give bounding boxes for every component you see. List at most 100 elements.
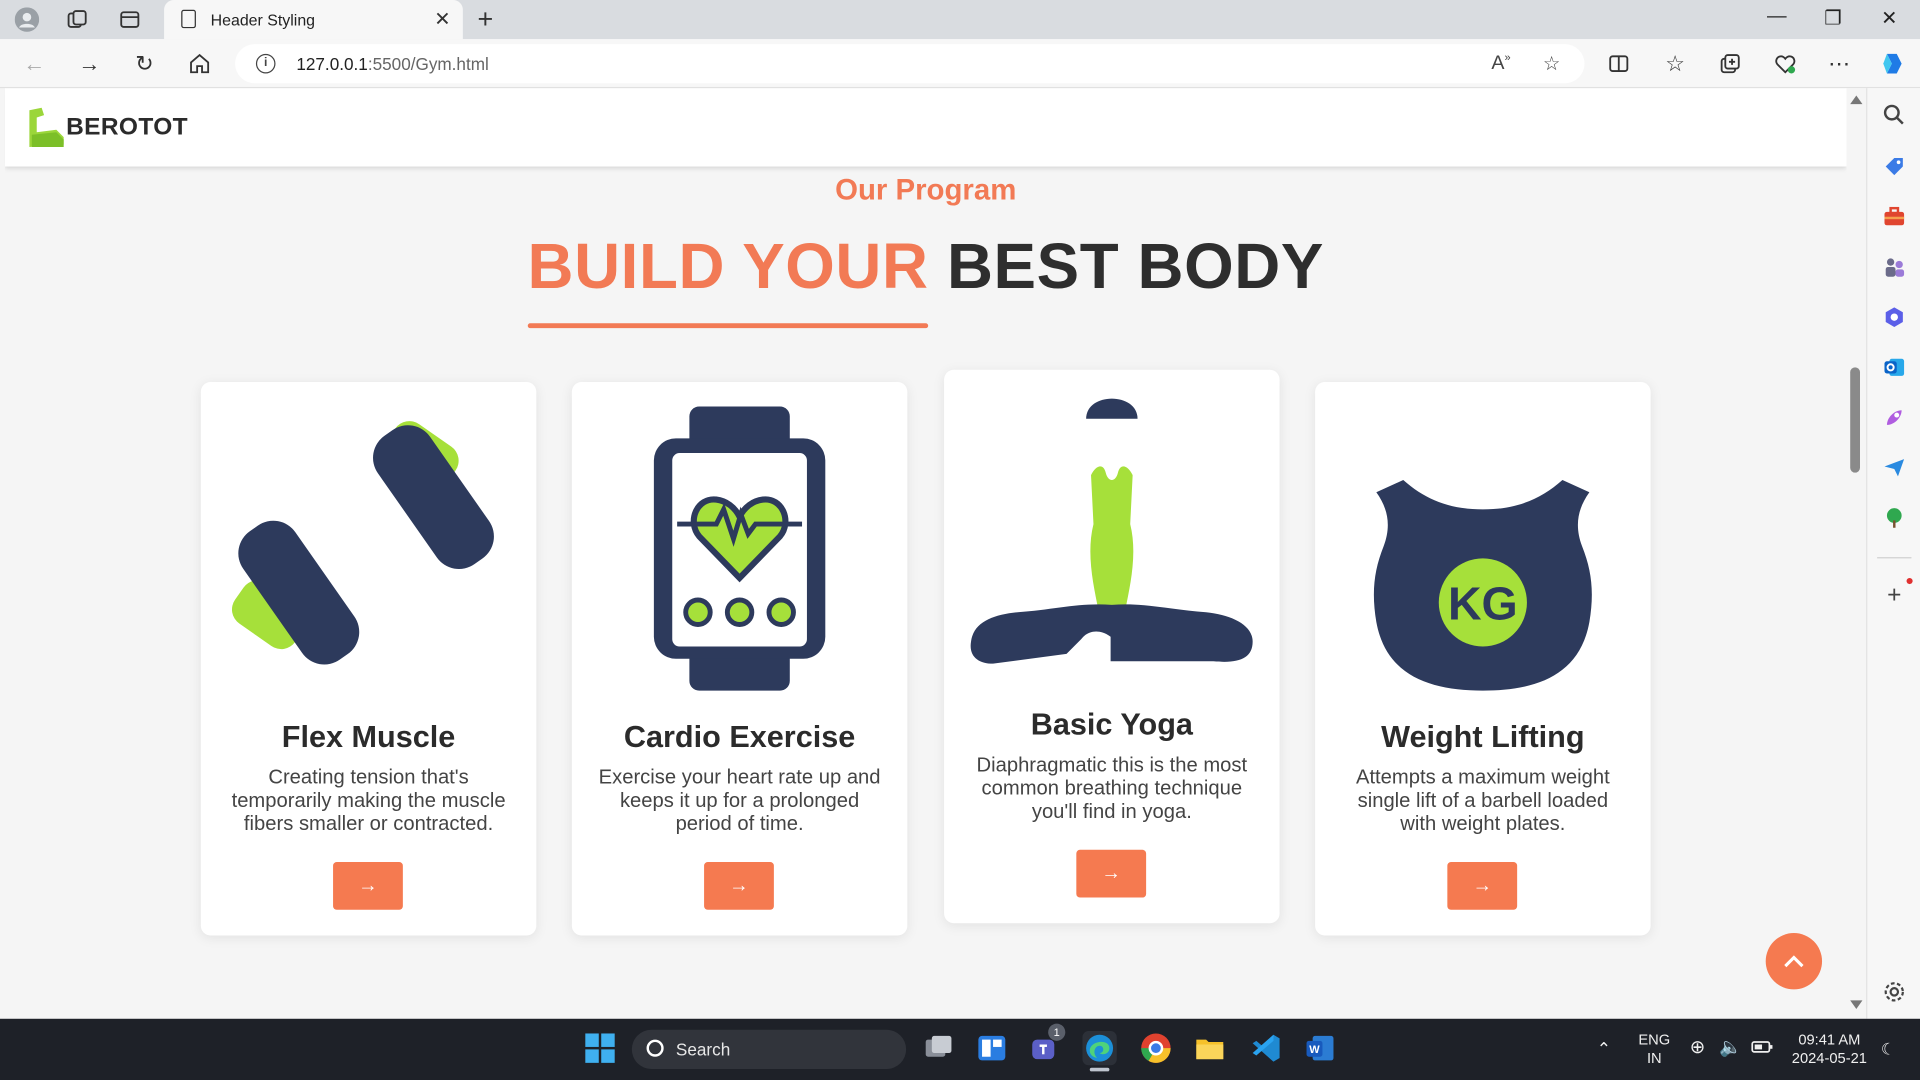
flexed-arm-logo-icon [24,105,66,149]
collections-icon[interactable] [1716,49,1745,78]
program-card-cardio-exercise: Cardio Exercise Exercise your heart rate… [571,382,908,936]
notifications-moon-icon[interactable]: ☾ [1881,1040,1895,1058]
card-arrow-button[interactable]: → [1447,862,1518,910]
search-icon [646,1039,664,1057]
sidebar-games-icon[interactable] [1882,255,1906,279]
program-card-weight-lifting: KG Weight Lifting Attempts a maximum wei… [1315,382,1651,936]
card-description: Exercise your heart rate up and keeps it… [598,766,881,836]
svg-text:W: W [1309,1044,1320,1056]
teams-icon[interactable]: 1 [1029,1023,1066,1065]
scrollbar-thumb[interactable] [1850,367,1860,473]
section-title: BUILD YOUR BEST BODY [5,230,1847,329]
card-title: Flex Muscle [281,720,456,755]
task-view-icon[interactable] [921,1031,955,1065]
sidebar-copilot-apps-icon[interactable] [1882,305,1906,329]
active-tab[interactable]: Header Styling ✕ [164,0,463,40]
kettlebell-label: KG [1448,578,1518,630]
site-info-icon[interactable]: i [255,53,276,74]
address-bar[interactable]: i 127.0.0.1:5500/Gym.html A» ☆ [235,44,1585,84]
sidebar-tree-icon[interactable] [1882,506,1906,530]
language-indicator[interactable]: ENG IN [1633,1031,1675,1068]
card-description: Creating tension that's temporarily maki… [231,766,506,836]
restore-icon[interactable]: ❐ [1815,6,1852,30]
arrow-right-icon: → [729,874,749,896]
workspaces-icon[interactable] [64,6,91,33]
browser-tab-strip: Header Styling ✕ + — ❐ ✕ [0,0,1920,40]
sidebar-send-icon[interactable] [1882,456,1906,480]
page-scrollbar[interactable] [1846,88,1867,1019]
card-description: Attempts a maximum weight single lift of… [1355,766,1610,836]
sidebar-tools-icon[interactable] [1882,204,1906,228]
arrow-right-icon: → [1472,874,1493,896]
arrow-right-icon: → [358,874,378,896]
title-rest: BEST BODY [946,231,1324,303]
card-description: Diaphragmatic this is the most common br… [976,754,1248,823]
site-header: BEROTOT [4,88,1847,167]
scroll-down-arrow-icon[interactable] [1850,1000,1863,1009]
scroll-up-arrow-icon[interactable] [1850,95,1863,105]
program-card-flex-muscle: Flex Muscle Creating tension that's temp… [200,382,537,936]
active-indicator [1089,1067,1110,1072]
url-text: 127.0.0.1:5500/Gym.html [296,53,489,74]
card-arrow-button[interactable]: → [1076,849,1147,898]
sidebar-designer-icon[interactable] [1882,405,1906,429]
edge-taskbar-icon[interactable] [1082,1031,1117,1072]
favorite-star-icon[interactable]: ☆ [1543,51,1561,75]
sidebar-outlook-icon[interactable] [1882,355,1906,379]
more-menu-icon[interactable]: ⋯ [1824,49,1853,78]
sidebar-shopping-icon[interactable] [1882,154,1906,178]
profile-icon[interactable] [13,6,40,33]
minimize-icon[interactable]: — [1758,6,1795,28]
new-tab-icon[interactable]: + [478,4,494,36]
program-card-basic-yoga: Basic Yoga Diaphragmatic this is the mos… [944,369,1280,924]
sidebar-search-icon[interactable] [1882,103,1906,127]
copilot-icon[interactable] [1878,49,1907,78]
windows-taskbar: Search 1 W ⌃ ENG IN ⊕ 🔈 09:41 AM 2024-05… [0,1018,1920,1080]
card-title: Basic Yoga [1030,707,1193,743]
clock[interactable]: 09:41 AM 2024-05-21 [1783,1031,1876,1068]
chrome-icon[interactable] [1139,1031,1173,1065]
widgets-icon[interactable] [975,1031,1009,1065]
start-windows-icon[interactable] [583,1031,617,1065]
vertical-tabs-icon[interactable] [116,6,143,33]
page-icon [181,9,196,29]
title-accent: BUILD YOUR [527,231,929,329]
taskbar-search[interactable]: Search [631,1029,907,1069]
network-icon[interactable]: ⊕ [1690,1038,1705,1056]
smartwatch-heart-icon [572,382,908,713]
sidebar-divider [1877,557,1912,559]
favorites-icon[interactable]: ☆ [1660,49,1689,78]
tab-title: Header Styling [210,11,316,30]
sidebar-settings-icon[interactable] [1882,980,1906,1004]
browser-essentials-icon[interactable] [1771,49,1800,78]
close-tab-icon[interactable]: ✕ [434,7,450,31]
file-explorer-icon[interactable] [1193,1031,1227,1065]
card-arrow-button[interactable]: → [333,862,403,910]
browser-toolbar: ← → ↻ i 127.0.0.1:5500/Gym.html A» ☆ ☆ ⋯ [0,39,1920,89]
card-arrow-button[interactable]: → [704,862,774,910]
sidebar-add-icon[interactable]: + [1882,583,1906,607]
page-viewport: BEROTOT Our Program BUILD YOUR BEST BODY… [4,88,1847,1019]
dumbbell-icon [201,382,537,713]
battery-icon[interactable] [1751,1040,1773,1060]
volume-icon[interactable]: 🔈 [1719,1038,1742,1056]
forward-icon[interactable]: → [75,49,104,78]
kettlebell-icon: KG [1315,382,1651,713]
show-hidden-icons-chevron-icon[interactable]: ⌃ [1597,1039,1611,1058]
section-subtitle: Our Program [835,173,1017,207]
back-icon[interactable]: ← [20,49,49,78]
refresh-icon[interactable]: ↻ [130,49,159,78]
chevron-up-icon [1784,955,1804,968]
site-logo[interactable]: BEROTOT [24,105,188,149]
scroll-to-top-button[interactable] [1765,933,1823,990]
notification-dot [1906,577,1913,585]
split-screen-icon[interactable] [1604,49,1633,78]
arrow-right-icon: → [1101,862,1122,884]
vscode-icon[interactable] [1249,1031,1283,1065]
card-title: Cardio Exercise [623,720,856,755]
word-icon[interactable]: W [1303,1031,1337,1065]
logo-text: BEROTOT [66,113,188,141]
read-aloud-icon[interactable]: A» [1491,51,1510,75]
home-icon[interactable] [185,49,214,78]
close-window-icon[interactable]: ✕ [1871,6,1908,30]
